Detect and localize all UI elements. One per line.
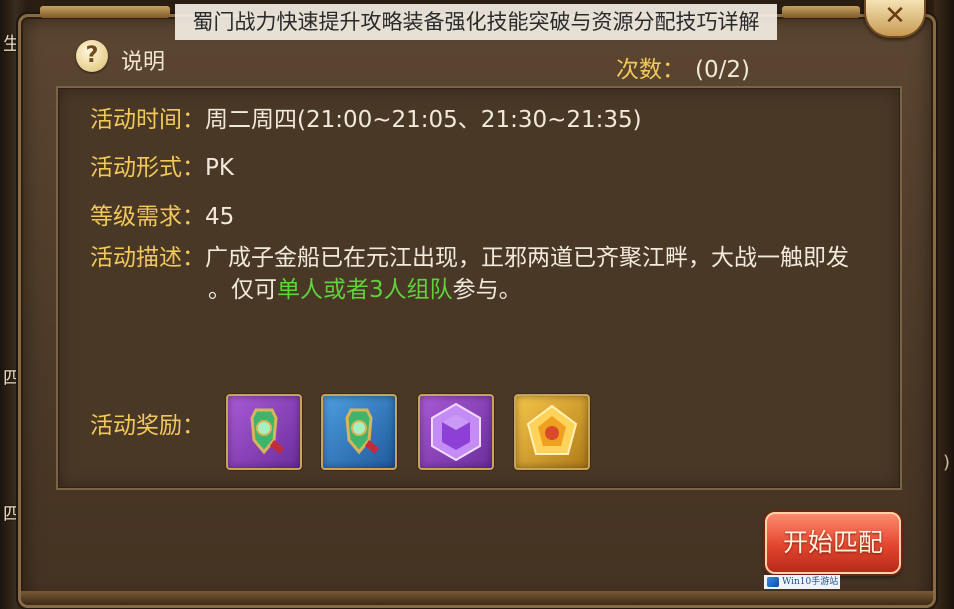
rewards-row: 活动奖励： [90,406,205,440]
info-label: 活动时间： [90,107,205,133]
description-highlight: 单人或者3人组队 [277,277,453,303]
info-value: 周二周四(21:00~21:05、21:30~21:35) [205,107,642,133]
help-label: 说明 [121,50,166,75]
count-label: 次数： [616,57,685,83]
reward-item[interactable] [226,394,302,470]
page-title: 蜀门战力快速提升攻略装备强化技能突破与资源分配技巧详解 [175,4,777,40]
title-trim-left [40,6,170,18]
info-label: 等级需求： [90,204,205,230]
info-row-description: 活动描述：广成子金船已在元江出现，正邪两道已齐聚江畔，大战一触即发 [90,238,849,272]
info-label: 活动描述： [90,245,205,271]
close-icon: ✕ [884,1,906,31]
gold-pentagon-gem-icon [526,404,578,455]
info-label: 活动形式： [90,155,205,181]
description-line2-pre: 。仅可 [208,277,277,303]
game-background-right: ) [934,0,954,609]
reward-item[interactable] [514,394,590,470]
attempt-count: 次数： (0/2) [616,50,750,84]
watermark-logo: Win10手游站 [764,575,840,589]
info-value: PK [205,155,234,181]
reward-item[interactable] [321,394,397,470]
info-row-level: 等级需求：45 [90,197,234,231]
start-match-button[interactable]: 开始匹配 [765,512,901,574]
description-line2-post: 参与。 [452,277,522,303]
count-value: (0/2) [695,57,750,83]
description-line1: 广成子金船已在元江出现，正邪两道已齐聚江畔，大战一触即发 [205,245,849,271]
reward-item[interactable] [418,394,494,470]
title-trim-right [782,6,860,18]
jade-medallion-icon [250,408,284,455]
side-text-chip: ) [942,452,950,473]
info-row-description-cont: 。仅可单人或者3人组队参与。 [208,270,522,304]
rewards-label: 活动奖励： [90,413,205,439]
info-row-format: 活动形式：PK [90,148,234,182]
jade-medallion-icon [345,408,379,455]
purple-gem-icon [431,402,481,462]
info-row-time: 活动时间：周二周四(21:00~21:05、21:30~21:35) [90,100,642,134]
info-value: 45 [205,204,235,230]
help-icon[interactable]: ? [76,40,108,72]
